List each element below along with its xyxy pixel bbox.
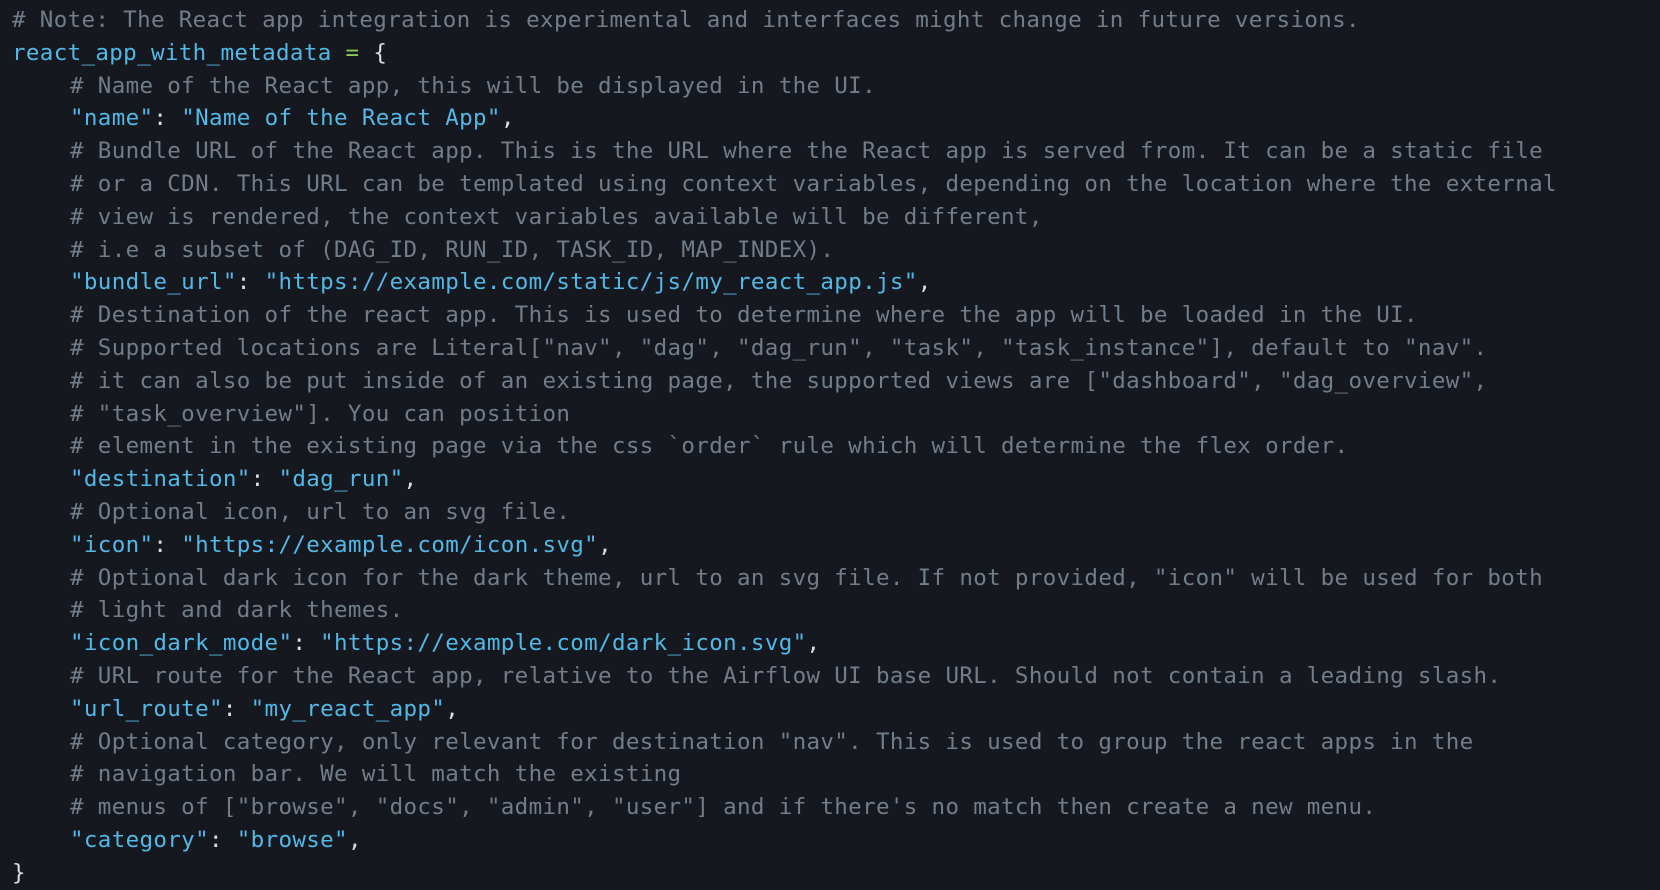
code-comment: # menus of ["browse", "docs", "admin", "…	[70, 794, 1377, 821]
code-line-27: }	[12, 857, 1660, 890]
dict-value: "https://example.com/static/js/my_react_…	[264, 269, 918, 296]
code-comment: # Optional icon, url to an svg file.	[70, 498, 571, 525]
code-comment: # it can also be put inside of an existi…	[70, 367, 1488, 394]
code-line-26: "category": "browse",	[12, 824, 1660, 857]
dict-key: "destination"	[70, 466, 251, 493]
code-line-16: # Optional icon, url to an svg file.	[12, 496, 1660, 529]
code-comment: # or a CDN. This URL can be templated us…	[70, 170, 1557, 197]
comma: ,	[500, 105, 515, 132]
assignment-operator: =	[331, 39, 374, 66]
code-comment: # Optional dark icon for the dark theme,…	[70, 564, 1543, 591]
comma: ,	[917, 269, 932, 296]
comma: ,	[347, 826, 362, 853]
code-comment: # light and dark themes.	[70, 597, 404, 624]
dict-key: "icon"	[70, 531, 154, 558]
code-line-21: # URL route for the React app, relative …	[12, 660, 1660, 693]
code-line-22: "url_route": "my_react_app",	[12, 693, 1660, 726]
colon-separator: :	[153, 105, 182, 132]
code-line-8: # i.e a subset of (DAG_ID, RUN_ID, TASK_…	[12, 234, 1660, 267]
code-line-13: # "task_overview"]. You can position	[12, 398, 1660, 431]
code-line-6: # or a CDN. This URL can be templated us…	[12, 168, 1660, 201]
colon-separator: :	[208, 826, 237, 853]
code-line-14: # element in the existing page via the c…	[12, 430, 1660, 463]
dict-value: "dag_run"	[278, 466, 404, 493]
variable-name: react_app_with_metadata	[12, 39, 332, 66]
colon-separator: :	[250, 466, 279, 493]
code-line-4: "name": "Name of the React App",	[12, 102, 1660, 135]
code-line-9: "bundle_url": "https://example.com/stati…	[12, 266, 1660, 299]
comma: ,	[445, 695, 460, 722]
dict-key: "url_route"	[70, 695, 223, 722]
code-line-12: # it can also be put inside of an existi…	[12, 365, 1660, 398]
dict-value: "Name of the React App"	[181, 105, 501, 132]
code-comment: # URL route for the React app, relative …	[70, 662, 1502, 689]
comma: ,	[806, 630, 821, 657]
code-line-24: # navigation bar. We will match the exis…	[12, 758, 1660, 791]
code-line-15: "destination": "dag_run",	[12, 463, 1660, 496]
code-line-10: # Destination of the react app. This is …	[12, 299, 1660, 332]
code-comment: # Supported locations are Literal["nav",…	[70, 334, 1488, 361]
code-comment: # navigation bar. We will match the exis…	[70, 761, 682, 788]
dict-key: "category"	[70, 826, 209, 853]
code-line-18: # Optional dark icon for the dark theme,…	[12, 562, 1660, 595]
code-line-2: react_app_with_metadata = {	[12, 37, 1660, 70]
dict-value: "my_react_app"	[250, 695, 446, 722]
code-line-20: "icon_dark_mode": "https://example.com/d…	[12, 627, 1660, 660]
code-line-3: # Name of the React app, this will be di…	[12, 70, 1660, 103]
code-comment: # element in the existing page via the c…	[70, 433, 1349, 460]
code-comment: # i.e a subset of (DAG_ID, RUN_ID, TASK_…	[70, 236, 835, 263]
code-line-17: "icon": "https://example.com/icon.svg",	[12, 529, 1660, 562]
code-comment: # Destination of the react app. This is …	[70, 302, 1418, 329]
dict-key: "bundle_url"	[70, 269, 237, 296]
code-comment: # "task_overview"]. You can position	[70, 400, 571, 427]
open-brace: {	[373, 39, 388, 66]
code-comment: # Name of the React app, this will be di…	[70, 72, 876, 99]
code-line-5: # Bundle URL of the React app. This is t…	[12, 135, 1660, 168]
colon-separator: :	[236, 269, 265, 296]
colon-separator: :	[292, 630, 321, 657]
code-line-1: # Note: The React app integration is exp…	[12, 4, 1660, 37]
dict-value: "https://example.com/icon.svg"	[181, 531, 599, 558]
code-line-19: # light and dark themes.	[12, 594, 1660, 627]
code-comment: # view is rendered, the context variable…	[70, 203, 1043, 230]
dict-key: "icon_dark_mode"	[70, 630, 293, 657]
code-comment: # Bundle URL of the React app. This is t…	[70, 138, 1543, 165]
code-editor[interactable]: # Note: The React app integration is exp…	[0, 0, 1660, 886]
colon-separator: :	[153, 531, 182, 558]
code-comment: # Optional category, only relevant for d…	[70, 728, 1474, 755]
code-comment: # Note: The React app integration is exp…	[12, 7, 1360, 33]
comma: ,	[598, 531, 612, 558]
code-line-11: # Supported locations are Literal["nav",…	[12, 332, 1660, 365]
comma: ,	[403, 466, 418, 493]
code-line-23: # Optional category, only relevant for d…	[12, 726, 1660, 759]
dict-key: "name"	[70, 105, 154, 132]
dict-value: "browse"	[236, 826, 348, 853]
code-line-25: # menus of ["browse", "docs", "admin", "…	[12, 791, 1660, 824]
code-line-7: # view is rendered, the context variable…	[12, 201, 1660, 234]
colon-separator: :	[222, 695, 251, 722]
dict-value: "https://example.com/dark_icon.svg"	[320, 630, 807, 657]
